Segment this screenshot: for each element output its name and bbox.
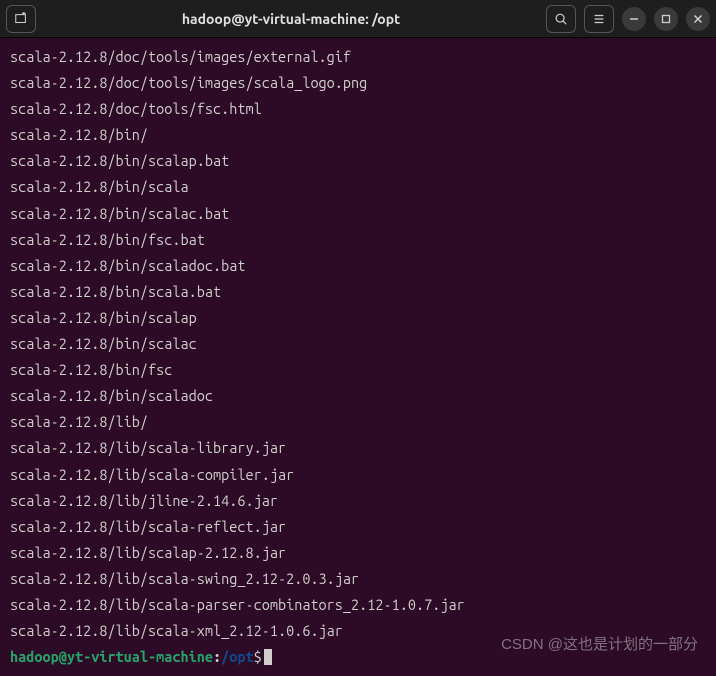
- output-line: scala-2.12.8/lib/scala-reflect.jar: [10, 514, 706, 540]
- output-line: scala-2.12.8/bin/: [10, 122, 706, 148]
- output-line: scala-2.12.8/bin/scala.bat: [10, 279, 706, 305]
- output-line: scala-2.12.8/bin/scala: [10, 174, 706, 200]
- search-button[interactable]: [546, 5, 576, 33]
- cursor: [264, 649, 272, 665]
- new-tab-icon: [14, 12, 28, 26]
- prompt-dollar: $: [254, 648, 262, 665]
- titlebar-right: [546, 5, 710, 33]
- output-line: scala-2.12.8/bin/scalap: [10, 305, 706, 331]
- close-button[interactable]: [686, 7, 710, 31]
- output-line: scala-2.12.8/lib/scala-compiler.jar: [10, 462, 706, 488]
- output-line: scala-2.12.8/doc/tools/images/scala_logo…: [10, 70, 706, 96]
- maximize-button[interactable]: [654, 7, 678, 31]
- minimize-button[interactable]: [622, 7, 646, 31]
- new-tab-button[interactable]: [6, 5, 36, 33]
- search-icon: [554, 12, 568, 26]
- output-line: scala-2.12.8/doc/tools/images/external.g…: [10, 44, 706, 70]
- output-line: scala-2.12.8/bin/scalap.bat: [10, 148, 706, 174]
- output-line: scala-2.12.8/bin/scalac.bat: [10, 201, 706, 227]
- prompt-path: /opt: [221, 648, 253, 665]
- minimize-icon: [629, 14, 639, 24]
- output-line: scala-2.12.8/lib/jline-2.14.6.jar: [10, 488, 706, 514]
- prompt-colon: :: [213, 648, 221, 665]
- window-title: hadoop@yt-virtual-machine: /opt: [36, 11, 546, 27]
- output-line: scala-2.12.8/bin/scaladoc.bat: [10, 253, 706, 279]
- output-line: scala-2.12.8/bin/fsc.bat: [10, 227, 706, 253]
- output-line: scala-2.12.8/lib/: [10, 409, 706, 435]
- prompt-line: hadoop@yt-virtual-machine:/opt$: [10, 644, 706, 670]
- prompt-user-host: hadoop@yt-virtual-machine: [10, 648, 213, 665]
- titlebar: hadoop@yt-virtual-machine: /opt: [0, 0, 716, 38]
- output-line: scala-2.12.8/bin/fsc: [10, 357, 706, 383]
- output-line: scala-2.12.8/doc/tools/fsc.html: [10, 96, 706, 122]
- output-line: scala-2.12.8/lib/scala-xml_2.12-1.0.6.ja…: [10, 618, 706, 644]
- output-line: scala-2.12.8/bin/scalac: [10, 331, 706, 357]
- titlebar-left: [6, 5, 36, 33]
- output-line: scala-2.12.8/bin/scaladoc: [10, 383, 706, 409]
- close-icon: [693, 14, 703, 24]
- output-line: scala-2.12.8/lib/scalap-2.12.8.jar: [10, 540, 706, 566]
- menu-button[interactable]: [584, 5, 614, 33]
- terminal-area[interactable]: scala-2.12.8/doc/tools/images/external.g…: [0, 38, 716, 676]
- maximize-icon: [661, 14, 671, 24]
- output-line: scala-2.12.8/lib/scala-parser-combinator…: [10, 592, 706, 618]
- output-line: scala-2.12.8/lib/scala-swing_2.12-2.0.3.…: [10, 566, 706, 592]
- output-line: scala-2.12.8/lib/scala-library.jar: [10, 435, 706, 461]
- hamburger-icon: [592, 12, 606, 26]
